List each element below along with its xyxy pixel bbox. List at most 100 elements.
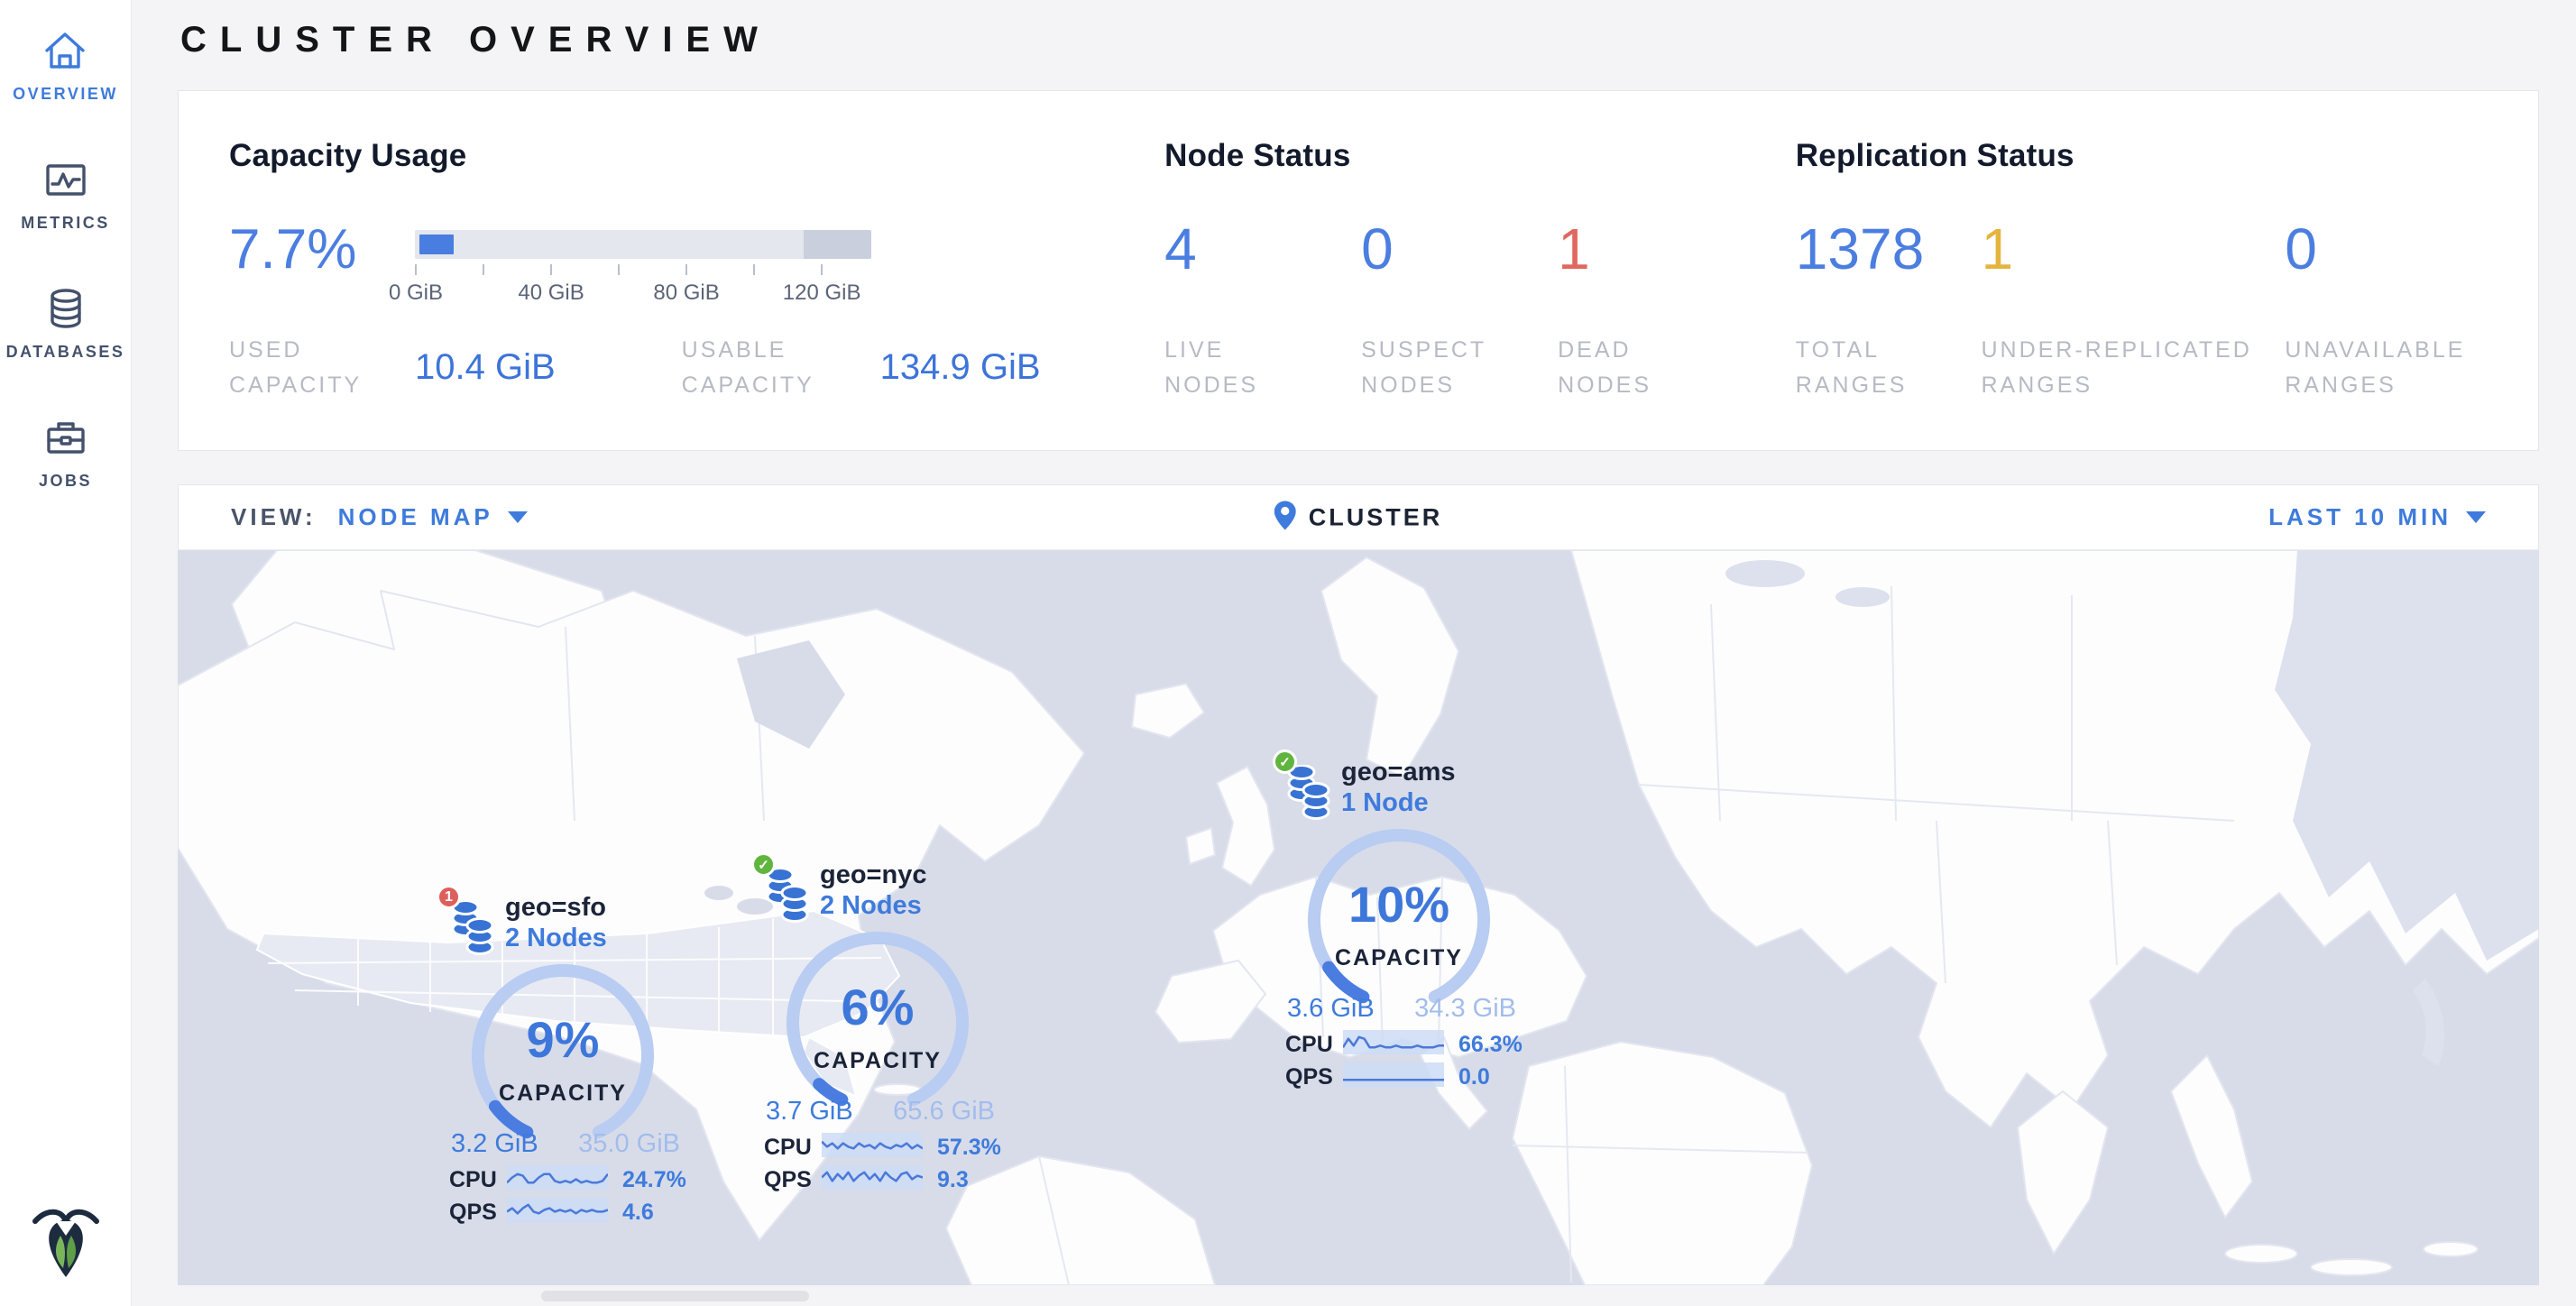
breadcrumb-cluster: CLUSTER (1309, 503, 1443, 531)
replication-status-section: Replication Status 1378TOTAL RANGES1UNDE… (1796, 138, 2488, 403)
capacity-usage-title: Capacity Usage (229, 138, 1164, 174)
jobs-icon (42, 414, 89, 461)
stat-label: SUSPECT NODES (1361, 333, 1483, 403)
axis-tick (753, 264, 755, 275)
locality-label: geo=ams (1341, 758, 1456, 787)
metric-value: 4.6 (622, 1200, 654, 1226)
metric-value: 66.3% (1458, 1032, 1523, 1058)
warning-count-badge: 1 (437, 885, 461, 909)
page-title: CLUSTER OVERVIEW (180, 20, 771, 60)
metric-label: QPS (764, 1167, 818, 1193)
capacity-usage-section: Capacity Usage 7.7% 0 GiB40 GiB80 GiB120… (229, 138, 1164, 403)
node-stack-icon (451, 900, 494, 956)
sidebar: OVERVIEW METRICS DATABASES JOBS (0, 0, 132, 1306)
view-mode-value: NODE MAP (338, 503, 493, 531)
stat-value: 1 (1981, 219, 2285, 279)
node-status-section: Node Status 4LIVE NODES0SUSPECT NODES1DE… (1164, 138, 1796, 403)
sidebar-item-label: DATABASES (6, 343, 125, 362)
sidebar-item-databases[interactable]: DATABASES (6, 285, 125, 362)
metric-row-cpu: CPU 66.3% (1285, 1030, 1523, 1059)
axis-tick (483, 264, 484, 275)
sidebar-item-label: OVERVIEW (13, 85, 118, 104)
node-locality-marker-ams[interactable]: ✓ geo=ams 1 Node 10% CAPACITY 3.6 GiB 34… (1273, 731, 1534, 1109)
locality-breadcrumb[interactable]: CLUSTER (1274, 501, 1443, 534)
capacity-used-value: 3.7 GiB (766, 1097, 853, 1127)
used-capacity-value: 10.4 GiB (415, 347, 556, 388)
node-count-label: 2 Nodes (820, 891, 922, 921)
cockroachdb-logo-icon (26, 1200, 106, 1283)
capacity-used-value: 3.2 GiB (451, 1129, 538, 1159)
sparkline-chart (818, 1133, 923, 1162)
stat-label: DEAD NODES (1558, 333, 1679, 403)
metric-row-qps: QPS 4.6 (449, 1198, 654, 1227)
location-pin-icon (1274, 501, 1296, 534)
locality-label: geo=sfo (505, 893, 606, 923)
metric-row-qps: QPS 0.0 (1285, 1062, 1490, 1091)
capacity-percent: 6% (778, 978, 977, 1036)
node-count-label: 1 Node (1341, 788, 1429, 818)
sidebar-item-label: METRICS (21, 214, 110, 233)
capacity-range: 3.7 GiB 65.6 GiB (766, 1097, 995, 1127)
metric-label: CPU (1285, 1032, 1339, 1058)
axis-tick (821, 264, 823, 275)
capacity-range: 3.6 GiB 34.3 GiB (1287, 994, 1516, 1024)
node-stack-icon (1287, 765, 1330, 821)
map-toolbar: VIEW: NODE MAP CLUSTER LAST 10 MIN (178, 484, 2539, 550)
time-range-value: LAST 10 MIN (2268, 503, 2452, 531)
node-map[interactable]: 1 geo=sfo 2 Nodes 9% CAPACITY 3.2 GiB 35… (178, 550, 2539, 1285)
capacity-percent: 9% (464, 1010, 662, 1069)
time-range-dropdown[interactable]: LAST 10 MIN (2268, 503, 2486, 531)
databases-icon (42, 285, 89, 332)
stat-value: 0 (1361, 219, 1558, 279)
capacity-bar-reserved (804, 230, 871, 259)
sidebar-item-jobs[interactable]: JOBS (39, 414, 92, 491)
axis-tick-label: 120 GiB (783, 281, 861, 306)
capacity-total-value: 65.6 GiB (893, 1097, 995, 1127)
usable-capacity-label: USABLE CAPACITY (682, 333, 830, 403)
axis-tick-label: 0 GiB (389, 281, 443, 306)
stat-column: 0UNAVAILABLE RANGES (2285, 219, 2488, 403)
sparkline-chart (818, 1165, 923, 1194)
node-locality-marker-nyc[interactable]: ✓ geo=nyc 2 Nodes 6% CAPACITY 3.7 GiB 65… (751, 833, 1013, 1212)
node-status-title: Node Status (1164, 138, 1796, 174)
metric-label: CPU (449, 1167, 503, 1193)
stat-label: UNAVAILABLE RANGES (2285, 333, 2488, 403)
healthy-check-icon: ✓ (1273, 750, 1297, 774)
sidebar-item-label: JOBS (39, 472, 92, 491)
metric-value: 24.7% (622, 1167, 686, 1193)
axis-tick (415, 264, 417, 275)
node-locality-marker-sfo[interactable]: 1 geo=sfo 2 Nodes 9% CAPACITY 3.2 GiB 35… (437, 866, 698, 1245)
axis-tick (685, 264, 687, 275)
stat-column: 1UNDER-REPLICATED RANGES (1981, 219, 2285, 403)
used-capacity-label: USED CAPACITY (229, 333, 364, 403)
capacity-percent: 7.7% (229, 221, 415, 309)
sparkline-chart (503, 1165, 608, 1194)
metric-value: 57.3% (937, 1135, 1001, 1161)
stat-label: LIVE NODES (1164, 333, 1286, 403)
metrics-icon (42, 156, 89, 203)
metric-row-qps: QPS 9.3 (764, 1165, 969, 1194)
sidebar-item-overview[interactable]: OVERVIEW (13, 27, 118, 104)
home-icon (41, 27, 88, 74)
sidebar-item-metrics[interactable]: METRICS (21, 156, 110, 233)
healthy-check-icon: ✓ (751, 852, 776, 877)
stat-column: 0 SUSPECT NODES (1361, 219, 1558, 403)
capacity-percent: 10% (1300, 875, 1498, 934)
metric-label: QPS (1285, 1064, 1339, 1090)
metric-row-cpu: CPU 24.7% (449, 1165, 686, 1194)
chevron-down-icon (2466, 511, 2486, 523)
capacity-caption: CAPACITY (464, 1081, 662, 1107)
capacity-total-value: 34.3 GiB (1414, 994, 1516, 1024)
metric-value: 0.0 (1458, 1064, 1490, 1090)
sparkline-chart (1339, 1062, 1444, 1091)
axis-tick (618, 264, 620, 275)
view-mode-dropdown[interactable]: NODE MAP (338, 503, 528, 531)
capacity-caption: CAPACITY (778, 1048, 977, 1074)
stat-label: TOTAL RANGES (1796, 333, 1918, 403)
stat-value: 1378 (1796, 219, 1982, 279)
stat-column: 1378 TOTAL RANGES (1796, 219, 1982, 403)
capacity-range: 3.2 GiB 35.0 GiB (451, 1129, 680, 1159)
stat-value: 4 (1164, 219, 1361, 279)
horizontal-scrollbar-thumb[interactable] (541, 1291, 809, 1301)
sparkline-chart (503, 1198, 608, 1227)
